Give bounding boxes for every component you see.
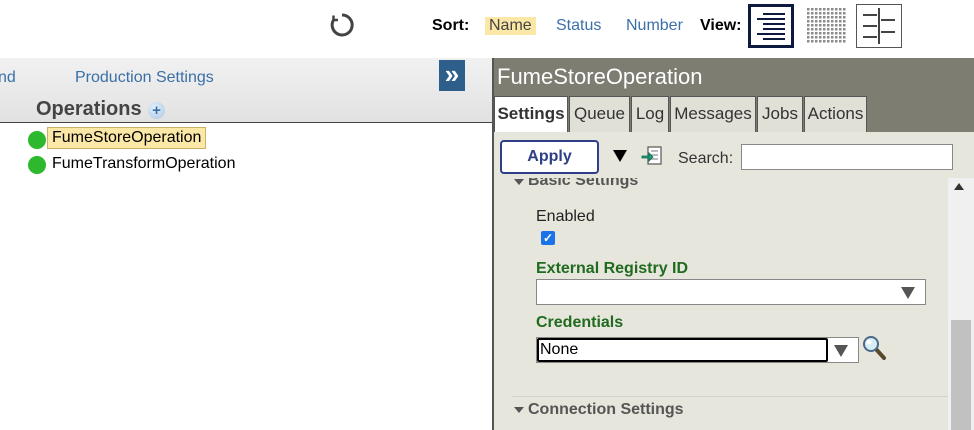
chevron-down-icon <box>901 287 915 299</box>
grid-view-button[interactable] <box>804 4 850 48</box>
refresh-icon[interactable] <box>329 12 355 38</box>
credentials-label: Credentials <box>536 314 624 331</box>
tab-messages[interactable]: Messages <box>670 96 756 132</box>
tab-log[interactable]: Log <box>631 96 669 132</box>
list-view-button[interactable] <box>748 4 794 48</box>
scroll-up-icon[interactable] <box>954 183 964 190</box>
connection-settings-header[interactable]: Connection Settings <box>528 401 684 419</box>
expand-panel-button[interactable]: » <box>439 60 465 91</box>
collapse-triangle-icon[interactable] <box>514 407 524 413</box>
collapse-all-icon[interactable] <box>613 150 627 162</box>
section-divider <box>512 396 948 397</box>
sort-number-option[interactable]: Number <box>626 17 683 35</box>
export-icon[interactable] <box>641 146 663 166</box>
external-registry-label: External Registry ID <box>536 260 689 277</box>
view-label: View: <box>700 17 742 34</box>
split-view-button[interactable] <box>856 4 902 48</box>
enabled-label: Enabled <box>536 208 595 225</box>
search-input[interactable] <box>741 144 953 170</box>
sort-status-option[interactable]: Status <box>556 17 601 35</box>
external-registry-select[interactable] <box>536 279 926 305</box>
grid-view-icon <box>807 8 846 43</box>
sort-name-option[interactable]: Name <box>485 17 536 35</box>
tab-settings[interactable]: Settings <box>494 96 568 134</box>
sort-label: Sort: <box>432 17 470 34</box>
search-label: Search: <box>678 150 734 167</box>
operation-name: FumeStoreOperation <box>47 127 207 149</box>
split-view-icon <box>863 8 895 44</box>
operations-title: Operations <box>36 98 142 120</box>
tab-jobs[interactable]: Jobs <box>757 96 803 132</box>
credentials-input[interactable]: None <box>537 338 828 362</box>
tab-actions[interactable]: Actions <box>804 96 867 132</box>
tab-nd[interactable]: nd <box>0 69 16 87</box>
collapse-triangle-icon[interactable] <box>514 179 524 185</box>
scrollbar-thumb[interactable] <box>951 320 971 430</box>
enabled-checkbox[interactable]: ✓ <box>541 231 555 245</box>
status-ok-icon <box>28 131 46 149</box>
tab-production-settings[interactable]: Production Settings <box>75 69 214 87</box>
apply-button[interactable]: Apply <box>500 140 599 174</box>
search-credentials-icon[interactable] <box>862 335 888 361</box>
tab-queue[interactable]: Queue <box>569 96 630 132</box>
add-operation-icon[interactable]: + <box>148 102 165 119</box>
status-ok-icon <box>28 156 46 174</box>
detail-title: FumeStoreOperation <box>497 64 703 89</box>
operation-name: FumeTransformOperation <box>52 155 236 172</box>
basic-settings-header[interactable]: Basic Settings <box>528 178 638 190</box>
list-view-icon <box>757 13 785 40</box>
chevron-down-icon[interactable] <box>834 345 848 357</box>
